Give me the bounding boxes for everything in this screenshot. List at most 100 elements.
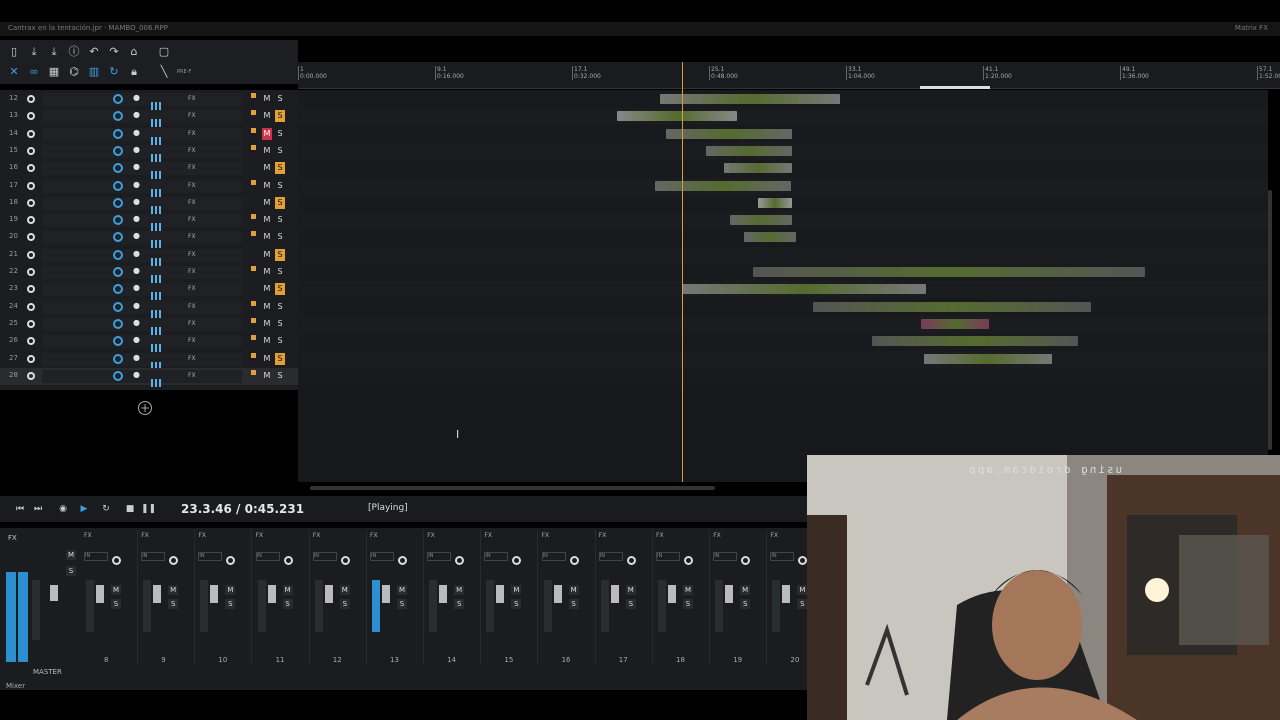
track-lane[interactable] [298, 298, 1268, 316]
track-row[interactable]: 16 ● FX M S [0, 160, 298, 180]
audio-clip[interactable] [872, 336, 1078, 347]
track-row[interactable]: 15 ● FX M S [0, 143, 298, 162]
track-solo-button[interactable]: S [275, 318, 285, 330]
track-lane[interactable] [298, 229, 1268, 247]
track-fx-button[interactable]: FX [188, 164, 196, 171]
strip-mute-button[interactable]: M [339, 585, 350, 595]
strip-fx-button[interactable]: FX [198, 532, 206, 539]
link-icon[interactable]: ∞ [28, 66, 40, 78]
strip-solo-button[interactable]: S [797, 599, 808, 609]
track-mute-button[interactable]: M [262, 283, 272, 295]
undo-icon[interactable]: ↶ [88, 46, 100, 58]
track-row[interactable]: 14 ● FX M S [0, 126, 298, 145]
track-name-field[interactable] [42, 162, 242, 176]
track-power-icon[interactable] [27, 198, 35, 207]
track-lane[interactable] [298, 350, 1268, 368]
strip-solo-button[interactable]: S [740, 599, 751, 609]
strip-mute-button[interactable]: M [797, 585, 808, 595]
strip-fader[interactable] [382, 585, 390, 603]
track-fx-button[interactable]: FX [188, 251, 196, 258]
track-lane[interactable] [298, 264, 1268, 281]
record-arm-icon[interactable]: ● [133, 231, 140, 240]
strip-solo-button[interactable]: S [339, 599, 350, 609]
strip-pan-knob[interactable] [226, 556, 236, 565]
track-mute-button[interactable]: M [262, 301, 272, 313]
arrange-view[interactable] [298, 90, 1268, 482]
track-fx-button[interactable]: FX [188, 112, 196, 119]
strip-mute-button[interactable]: M [511, 585, 522, 595]
track-name-field[interactable] [42, 110, 242, 124]
record-arm-icon[interactable]: ● [133, 214, 140, 223]
track-lane[interactable] [298, 194, 1268, 212]
track-fx-button[interactable]: FX [188, 216, 196, 223]
audio-clip[interactable] [758, 197, 792, 208]
record-arm-icon[interactable]: ● [133, 301, 140, 310]
strip-pan-knob[interactable] [569, 556, 579, 565]
track-volume-knob[interactable] [113, 249, 123, 260]
strip-mute-button[interactable]: M [397, 585, 407, 595]
strip-solo-button[interactable]: S [625, 599, 636, 609]
strip-fader[interactable] [210, 585, 219, 603]
strip-pan-knob[interactable] [741, 556, 751, 565]
audio-clip[interactable] [921, 318, 989, 329]
track-mute-button[interactable]: M [262, 110, 272, 122]
track-row[interactable]: 21 ● FX M S [0, 247, 298, 266]
strip-input-select[interactable]: IN [484, 552, 509, 561]
track-volume-knob[interactable] [113, 180, 123, 191]
track-power-icon[interactable] [27, 285, 35, 294]
record-arm-icon[interactable]: ● [133, 249, 140, 258]
track-row[interactable]: 22 ● FX M S [0, 264, 298, 283]
track-name-field[interactable] [42, 266, 242, 279]
track-row[interactable]: 27 ● FX M S [0, 351, 298, 370]
track-name-field[interactable] [42, 196, 242, 210]
strip-input-select[interactable]: IN [541, 552, 566, 561]
strip-pan-knob[interactable] [283, 556, 293, 565]
track-row[interactable]: 25 ● FX M S [0, 316, 298, 335]
strip-fader[interactable] [496, 585, 505, 603]
audio-clip[interactable] [655, 180, 791, 191]
track-power-icon[interactable] [27, 164, 35, 173]
track-solo-button[interactable]: S [275, 231, 285, 243]
track-power-icon[interactable] [27, 371, 35, 380]
strip-mute-button[interactable]: M [168, 585, 179, 595]
strip-pan-knob[interactable] [455, 556, 465, 565]
track-volume-knob[interactable] [113, 318, 123, 329]
track-lane[interactable] [298, 125, 1268, 143]
track-name-field[interactable] [42, 283, 242, 297]
lock-icon[interactable]: 🔒︎ [128, 66, 140, 78]
track-mute-button[interactable]: M [262, 370, 272, 382]
time-display[interactable]: 23.3.46 / 0:45.231 [181, 502, 304, 516]
track-row[interactable]: 24 ● FX M S [0, 299, 298, 318]
track-fx-button[interactable]: FX [188, 372, 196, 379]
audio-clip[interactable] [924, 353, 1052, 364]
track-solo-button[interactable]: S [275, 335, 285, 347]
grid-lines-icon[interactable]: ▥ [88, 66, 100, 78]
strip-fx-button[interactable]: FX [313, 532, 321, 539]
repeat-icon[interactable]: ↻ [99, 502, 113, 516]
track-volume-knob[interactable] [113, 301, 123, 312]
track-name-field[interactable] [42, 231, 242, 245]
track-name-field[interactable] [42, 317, 242, 331]
envelope-icon[interactable]: ⌬ [68, 66, 80, 78]
track-mute-button[interactable]: M [262, 127, 272, 140]
strip-solo-button[interactable]: S [683, 599, 693, 609]
track-volume-knob[interactable] [113, 145, 123, 156]
track-lane[interactable] [298, 160, 1268, 178]
track-fx-button[interactable]: FX [188, 182, 196, 189]
track-solo-button[interactable]: S [275, 110, 285, 123]
track-solo-button[interactable]: S [275, 352, 285, 365]
strip-input-select[interactable]: IN [370, 552, 394, 561]
loop-region[interactable] [920, 86, 990, 89]
mixer-tab[interactable]: Mixer [6, 682, 25, 690]
track-power-icon[interactable] [27, 250, 35, 259]
record-arm-icon[interactable]: ● [133, 145, 140, 154]
strip-input-select[interactable]: IN [141, 552, 166, 561]
track-fx-button[interactable]: FX [188, 199, 196, 206]
strip-mute-button[interactable]: M [568, 585, 579, 595]
strip-pan-knob[interactable] [684, 556, 693, 565]
track-solo-button[interactable]: S [275, 214, 285, 226]
audio-clip[interactable] [660, 94, 840, 104]
track-power-icon[interactable] [27, 319, 35, 328]
track-lane[interactable] [298, 177, 1268, 195]
vertical-scrollbar[interactable] [1268, 190, 1272, 450]
